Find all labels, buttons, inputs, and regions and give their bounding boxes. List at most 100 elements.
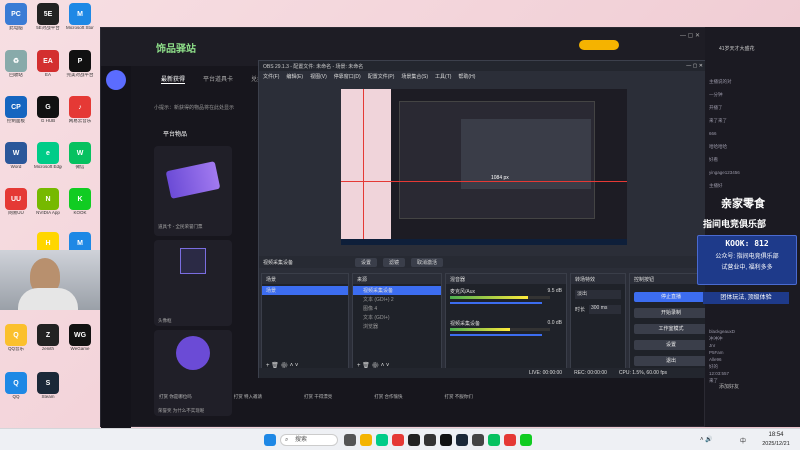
- menu-scene-collection[interactable]: 场景集合(S): [401, 73, 428, 80]
- 5e-icon[interactable]: [440, 434, 452, 446]
- filters-button[interactable]: 滤镜: [383, 257, 406, 267]
- source-item[interactable]: 文本 (GDI+) 2: [353, 295, 441, 304]
- obs-preview[interactable]: 1084 px: [341, 89, 627, 245]
- volume-slider[interactable]: [450, 302, 542, 304]
- desktop-icon-label: 回收站: [9, 73, 23, 77]
- menu-profile[interactable]: 配置文件(P): [368, 73, 395, 80]
- desktop-icon[interactable]: K KOOK: [66, 188, 94, 216]
- wechat-icon[interactable]: [488, 434, 500, 446]
- tab-cards[interactable]: 平台道具卡: [203, 74, 233, 84]
- zenith-icon[interactable]: [408, 434, 420, 446]
- desktop-icon[interactable]: S Steam: [34, 372, 62, 400]
- mixer-dock: 混音器 麦克风/Aux 9.5 dB 视频采集设备 0.0 dB: [445, 273, 567, 373]
- tray-icons[interactable]: ˄ 🔊: [700, 436, 713, 443]
- reward-action[interactable]: 打赏 特入邀请: [234, 394, 262, 400]
- desktop-icon[interactable]: GG HUB: [34, 96, 62, 124]
- mascot-icon: [176, 336, 210, 370]
- search-icon: ⌕: [285, 437, 289, 443]
- clock-date[interactable]: 2025/12/21: [756, 441, 796, 447]
- desktop-icon[interactable]: CP 控制面板: [2, 96, 30, 124]
- scene-item[interactable]: 场景: [262, 286, 348, 295]
- desktop-icon-label: NVIDIA App: [36, 211, 60, 215]
- reward-action[interactable]: 打赏 合作愉快: [374, 394, 402, 400]
- desktop-icon[interactable]: P 完美对战平台: [66, 50, 94, 78]
- search-box[interactable]: ⌕ 搜索: [280, 434, 338, 446]
- menu-view[interactable]: 视图(V): [310, 73, 327, 80]
- tab-latest[interactable]: 最新获得: [161, 74, 186, 84]
- source-item[interactable]: 浏览器: [353, 322, 441, 331]
- app-icon: M: [69, 3, 91, 25]
- desktop-icon[interactable]: M Microsoft Store: [66, 3, 94, 31]
- desktop-icon[interactable]: ♪ 网易云音乐: [66, 96, 94, 124]
- steam-icon[interactable]: [456, 434, 468, 446]
- duration-input[interactable]: 300 ms: [589, 305, 621, 314]
- item-card[interactable]: 荣誉奖 为什么不实现呢: [154, 330, 232, 416]
- desktop-icon[interactable]: W 微信: [66, 142, 94, 170]
- task-view-icon[interactable]: [344, 434, 356, 446]
- deactivate-button[interactable]: 取消激活: [411, 257, 444, 267]
- menu-edit[interactable]: 编辑(E): [286, 73, 303, 80]
- chat-message: 开播了: [709, 105, 723, 110]
- settings-button[interactable]: 设置: [634, 340, 708, 350]
- app-icon: N: [37, 188, 59, 210]
- desktop-icon-label: QQ音乐: [7, 347, 24, 351]
- menu-tools[interactable]: 工具(T): [435, 73, 451, 80]
- chrome-icon[interactable]: [392, 434, 404, 446]
- add-friend-button[interactable]: 添加好友: [719, 383, 739, 390]
- desktop-icon[interactable]: 5E 5E对战平台: [34, 3, 62, 31]
- exit-button[interactable]: 退出: [634, 356, 708, 366]
- chat-message: 一分钟: [709, 92, 723, 97]
- desktop-icon[interactable]: PC 此电脑: [2, 3, 30, 31]
- desktop-icon[interactable]: Zzenith: [34, 324, 62, 352]
- reward-action[interactable]: 打赏 干得漂亮: [304, 394, 332, 400]
- topup-button[interactable]: [579, 40, 619, 50]
- window-controls[interactable]: — ▢ ✕: [686, 63, 703, 69]
- desktop-icon[interactable]: N NVIDIA App: [34, 188, 62, 216]
- game-icon[interactable]: [472, 434, 484, 446]
- transition-select[interactable]: 淡出: [575, 290, 621, 299]
- reward-action[interactable]: 打赏 不服你们: [445, 394, 473, 400]
- item-card[interactable]: 头像框: [154, 240, 232, 326]
- desktop-icon-label: EA: [44, 73, 51, 77]
- edge-icon[interactable]: [376, 434, 388, 446]
- reward-action[interactable]: 打赏 你是哪位吗: [159, 394, 192, 400]
- source-item[interactable]: 文本 (GDI+): [353, 313, 441, 322]
- source-item[interactable]: 视频采集设备: [353, 286, 441, 295]
- explorer-icon[interactable]: [360, 434, 372, 446]
- settings-button[interactable]: 设置: [355, 257, 378, 267]
- desktop-icon[interactable]: W Word: [2, 142, 30, 170]
- app-icon: WG: [69, 324, 91, 346]
- app-icon: S: [37, 372, 59, 394]
- ime-indicator[interactable]: 中: [740, 436, 746, 445]
- chat-message: 12:03:557: [709, 371, 730, 376]
- obs-icon[interactable]: [424, 434, 436, 446]
- desktop-icon[interactable]: UU 网易UU: [2, 188, 30, 216]
- menu-docks[interactable]: 停靠窗口(D): [334, 73, 361, 80]
- start-icon[interactable]: [264, 434, 276, 446]
- music-icon[interactable]: [504, 434, 516, 446]
- source-item[interactable]: 图像 4: [353, 304, 441, 313]
- play-icon[interactable]: [106, 70, 126, 90]
- platform-sidebar: [101, 66, 131, 428]
- desktop-icon[interactable]: EA EA: [34, 50, 62, 78]
- menu-help[interactable]: 帮助(H): [458, 73, 475, 80]
- desktop-icon-label: Word: [10, 165, 22, 169]
- chat-message: P5Fam: [709, 350, 724, 355]
- window-controls[interactable]: — ▢ ✕: [680, 32, 700, 39]
- clock-time[interactable]: 18:54: [756, 432, 796, 438]
- studio-mode-button[interactable]: 工作室模式: [634, 324, 708, 334]
- desktop-icon[interactable]: Q QQ音乐: [2, 324, 30, 352]
- live-status: LIVE: 00:00:00: [529, 370, 563, 376]
- desktop-icon[interactable]: Q QQ: [2, 372, 30, 400]
- app-icon: K: [69, 188, 91, 210]
- transitions-dock: 转场特效 淡出 时长 300 ms: [570, 273, 626, 373]
- track-db: 9.5 dB: [547, 288, 562, 294]
- kook-icon[interactable]: [520, 434, 532, 446]
- volume-slider[interactable]: [450, 334, 542, 336]
- platform-logo: 饰品驿站: [156, 44, 196, 55]
- desktop-icon[interactable]: e Microsoft Edge: [34, 142, 62, 170]
- item-card[interactable]: 道具卡 - 全民荣誉门票: [154, 146, 232, 236]
- desktop-icon[interactable]: WG WeGame: [66, 324, 94, 352]
- menu-file[interactable]: 文件(F): [263, 73, 279, 80]
- desktop-icon[interactable]: ♻ 回收站: [2, 50, 30, 78]
